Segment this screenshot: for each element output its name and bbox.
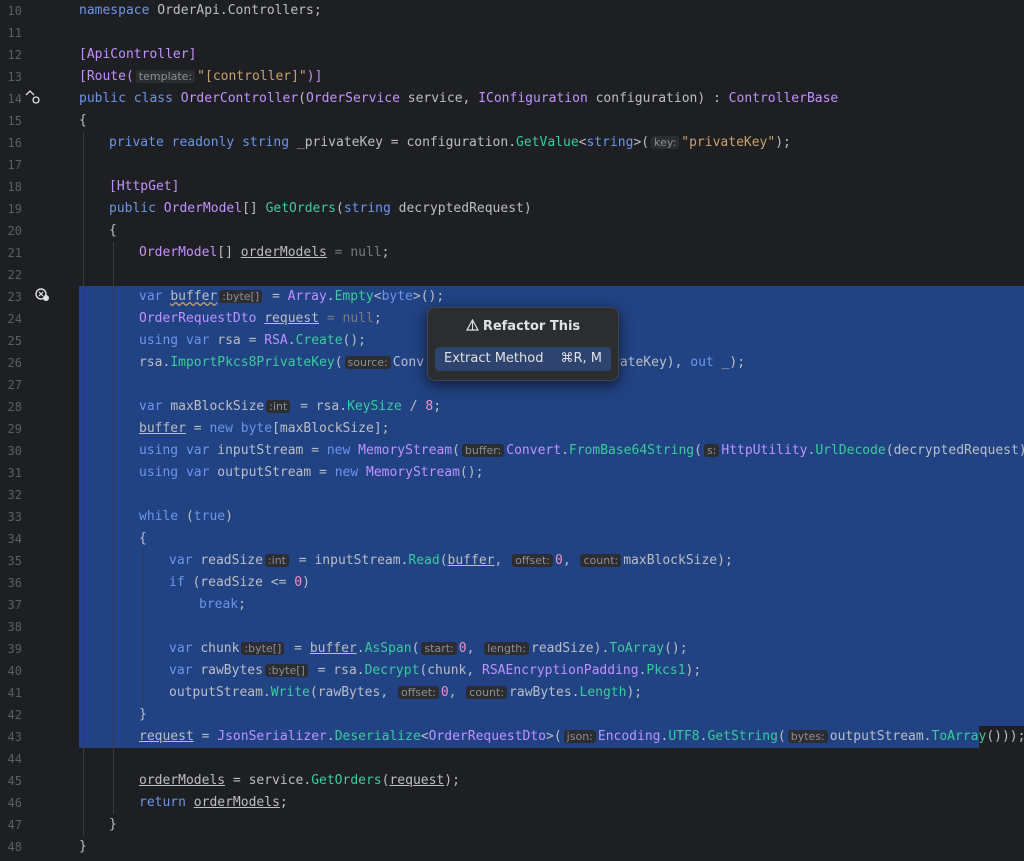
line-number: 27 [7, 378, 22, 392]
param-hint: offset: [512, 554, 553, 567]
line-number: 32 [7, 488, 22, 502]
code-line-28[interactable]: var maxBlockSize:int = rsa.KeySize / 8; [0, 396, 1024, 418]
code-line-16[interactable]: private readonly string _privateKey = co… [0, 132, 1024, 154]
type-hint: :byte[] [219, 290, 263, 303]
code-line-39[interactable]: var chunk:byte[] = buffer.AsSpan(start: 0… [0, 638, 1024, 660]
param-hint: json: [563, 730, 596, 743]
code-line-23[interactable]: var buffer:byte[] = Array.Empty<byte>(); [0, 286, 1024, 308]
code-line-18[interactable]: [HttpGet] [0, 176, 1024, 198]
code-line-43[interactable]: request = JsonSerializer.Deserialize<Ord… [0, 726, 1024, 748]
code-line-10[interactable]: namespace OrderApi.Controllers; [0, 0, 1024, 22]
code-line-37[interactable]: break; [0, 594, 1024, 616]
param-hint: s: [703, 444, 720, 457]
code-line-35[interactable]: var readSize:int = inputStream.Read(buff… [0, 550, 1024, 572]
code-line-42[interactable]: } [0, 704, 1024, 726]
refactor-icon [465, 318, 479, 331]
code-line-13[interactable]: [Route(template: "[controller]")] [0, 66, 1024, 88]
code-line-14[interactable]: public class OrderController(OrderServic… [0, 88, 1024, 110]
code-line-45[interactable]: orderModels = service.GetOrders(request)… [0, 770, 1024, 792]
refactor-this-popup[interactable]: Refactor This Extract Method ⌘R, M [427, 307, 619, 381]
line-number: 11 [7, 26, 22, 40]
line-number: 38 [7, 620, 22, 634]
menu-item-shortcut: ⌘R, M [560, 351, 602, 366]
line-number: 17 [7, 158, 22, 172]
code-line-21[interactable]: OrderModel[] orderModels = null; [0, 242, 1024, 264]
type-hint: :byte[] [241, 642, 285, 655]
param-hint: bytes: [787, 730, 828, 743]
code-line-48[interactable]: } [0, 836, 1024, 858]
param-hint: buffer: [461, 444, 505, 457]
param-hint: start: [421, 642, 457, 655]
type-hint: :int [266, 400, 291, 413]
line-number: 44 [7, 752, 22, 766]
code-line-31[interactable]: using var outputStream = new MemoryStrea… [0, 462, 1024, 484]
param-hint: length: [484, 642, 529, 655]
code-line-40[interactable]: var rawBytes:byte[] = rsa.Decrypt(chunk,… [0, 660, 1024, 682]
param-hint: source: [344, 356, 391, 369]
code-line-41[interactable]: outputStream.Write(rawBytes, offset: 0, c… [0, 682, 1024, 704]
extract-method-item[interactable]: Extract Method ⌘R, M [435, 347, 611, 371]
code-line-46[interactable]: return orderModels; [0, 792, 1024, 814]
code-editor[interactable]: 10 11 12 13 14 15 16 17 18 19 20 21 22 2… [0, 0, 1024, 861]
code-line-12[interactable]: [ApiController] [0, 44, 1024, 66]
code-line-19[interactable]: public OrderModel[] GetOrders(string dec… [0, 198, 1024, 220]
code-line-34[interactable]: { [0, 528, 1024, 550]
param-hint: count: [580, 554, 622, 567]
param-hint: offset: [397, 686, 439, 699]
menu-item-label: Extract Method [444, 351, 544, 366]
param-hint: template: [135, 70, 196, 83]
code-line-29[interactable]: buffer = new byte[maxBlockSize]; [0, 418, 1024, 440]
code-line-20[interactable]: { [0, 220, 1024, 242]
popup-header: Refactor This [428, 318, 618, 334]
code-line-47[interactable]: } [0, 814, 1024, 836]
code-line-30[interactable]: using var inputStream = new MemoryStream… [0, 440, 1024, 462]
code-line-36[interactable]: if (readSize <= 0) [0, 572, 1024, 594]
param-hint: key: [651, 136, 680, 149]
param-hint: count: [466, 686, 508, 699]
code-line-15[interactable]: { [0, 110, 1024, 132]
type-hint: :byte[] [264, 664, 308, 677]
type-hint: :int [264, 554, 289, 567]
code-line-33[interactable]: while (true) [0, 506, 1024, 528]
line-number: 22 [7, 268, 22, 282]
popup-title: Refactor This [482, 319, 581, 334]
